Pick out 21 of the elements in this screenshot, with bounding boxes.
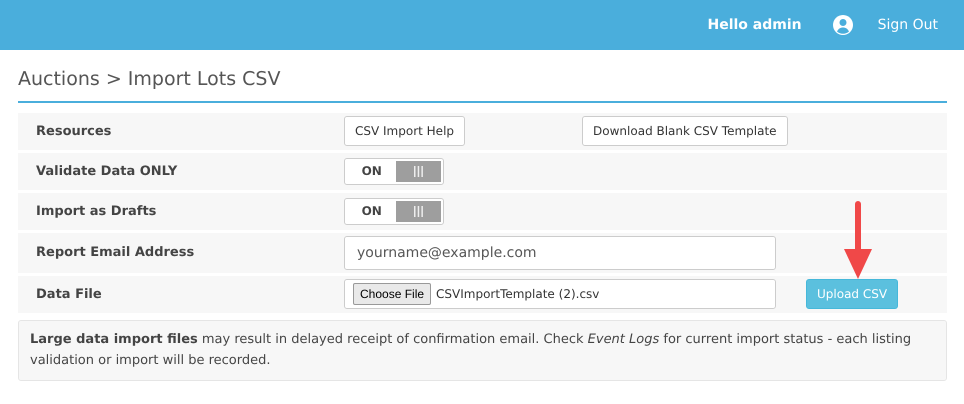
info-note: Large data import files may result in delayed receipt of confirmation email. Check Event Logs for current import status - each listing validation or import will be recorded.: [18, 320, 947, 382]
field-label: Import as Drafts: [35, 202, 158, 221]
field-label: Report Email Address: [35, 244, 196, 262]
toggle-label: ON: [360, 163, 383, 180]
file-name: CSVImportTemplate (2).csv: [436, 286, 600, 304]
resource-button[interactable]: CSV Import Help: [344, 116, 466, 146]
field-label: Validate Data ONLY: [35, 162, 178, 181]
greeting-text: Hello admin: [708, 16, 802, 34]
page-title: Auctions > Import Lots CSV: [18, 68, 947, 103]
grip-icon: [414, 166, 424, 177]
email-field[interactable]: yourname@example.com: [344, 236, 776, 270]
field-label: Resources: [35, 122, 112, 141]
user-icon[interactable]: [832, 14, 854, 36]
resource-button[interactable]: Download Blank CSV Template: [582, 116, 788, 146]
toggle-switch[interactable]: ON: [344, 198, 444, 225]
toggle-switch[interactable]: ON: [344, 158, 444, 185]
file-input[interactable]: Choose File CSVImportTemplate (2).csv: [344, 279, 776, 310]
grip-icon: [414, 206, 424, 217]
toggle-label: ON: [360, 203, 383, 220]
choose-file-button[interactable]: Choose File: [353, 283, 432, 306]
field-label: Data File: [35, 286, 103, 304]
